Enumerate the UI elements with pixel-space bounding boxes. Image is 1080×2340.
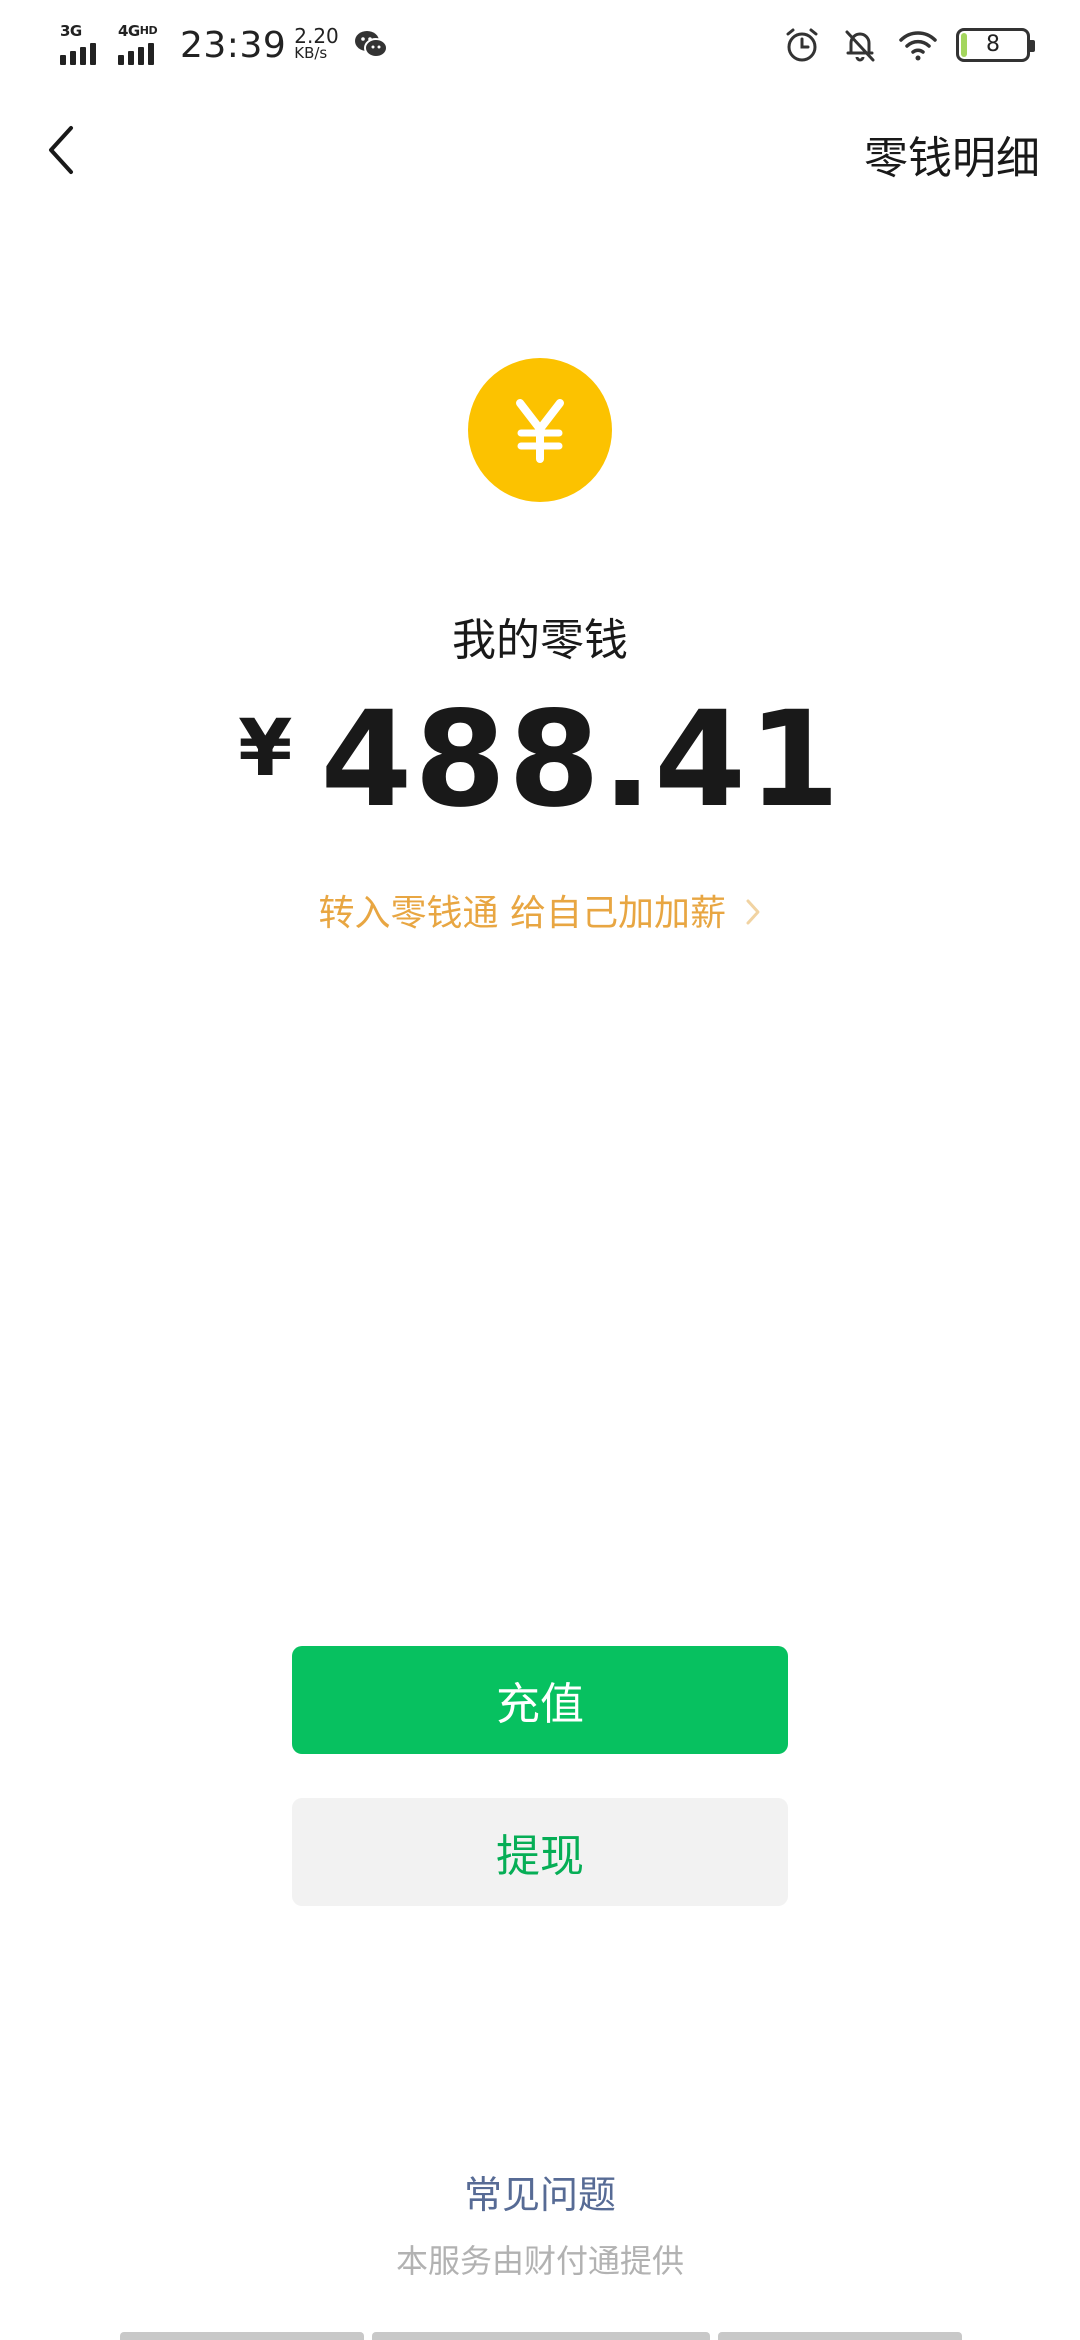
chevron-right-icon bbox=[746, 899, 760, 925]
withdraw-button[interactable]: 提现 bbox=[292, 1798, 788, 1906]
recharge-button[interactable]: 充值 bbox=[292, 1646, 788, 1754]
faq-link[interactable]: 常见问题 bbox=[0, 2164, 1080, 2219]
balance-value: 488.41 bbox=[320, 683, 842, 837]
yuan-coin-icon bbox=[468, 358, 612, 502]
signal-4g-suffix: HD bbox=[139, 24, 158, 37]
chevron-left-icon bbox=[49, 126, 73, 174]
bottom-strip-segment-1 bbox=[120, 2332, 364, 2340]
wechat-icon bbox=[354, 31, 388, 58]
balance-details-link[interactable]: 零钱明细 bbox=[864, 122, 1040, 186]
signal-3g-label: 3G bbox=[60, 22, 82, 40]
bell-off-icon bbox=[845, 30, 875, 62]
nav-bar: 零钱明细 bbox=[0, 100, 1080, 200]
signal-4g-icon: 4GHD bbox=[116, 23, 170, 67]
promo-link[interactable]: 转入零钱通 给自己加加薪 bbox=[0, 884, 1080, 936]
back-button[interactable] bbox=[30, 120, 90, 180]
wallet-balance-screen: 3G 4GHD 23:39 2.20 KB/s 8 零钱明细 我的零钱 ¥ 48… bbox=[0, 0, 1080, 2340]
status-bar: 3G 4GHD 23:39 2.20 KB/s 8 bbox=[0, 0, 1080, 90]
promo-text: 转入零钱通 给自己加加薪 bbox=[318, 893, 726, 934]
status-bar-right: 8 bbox=[782, 20, 1035, 70]
network-speed-value: 2.20 bbox=[294, 24, 339, 48]
status-bar-left: 3G 4GHD 23:39 2.20 KB/s bbox=[58, 18, 389, 72]
battery-level: 8 bbox=[986, 32, 1000, 57]
battery-icon: 8 bbox=[956, 28, 1035, 62]
bottom-strip-segment-3 bbox=[718, 2332, 962, 2340]
currency-symbol: ¥ bbox=[238, 704, 293, 794]
signal-3g-icon: 3G bbox=[58, 23, 112, 67]
wifi-icon bbox=[899, 31, 937, 61]
alarm-icon bbox=[786, 28, 818, 62]
status-time: 23:39 bbox=[180, 24, 287, 66]
balance-amount: ¥ 488.41 bbox=[0, 690, 1080, 830]
bottom-tab-strip bbox=[0, 2332, 1080, 2340]
bottom-strip-segment-2 bbox=[372, 2332, 710, 2340]
provider-note: 本服务由财付通提供 bbox=[395, 2242, 684, 2280]
network-speed: 2.20 KB/s bbox=[294, 24, 339, 62]
balance-label: 我的零钱 bbox=[452, 615, 628, 666]
signal-4g-label: 4G bbox=[118, 22, 140, 40]
network-speed-unit: KB/s bbox=[294, 44, 328, 62]
